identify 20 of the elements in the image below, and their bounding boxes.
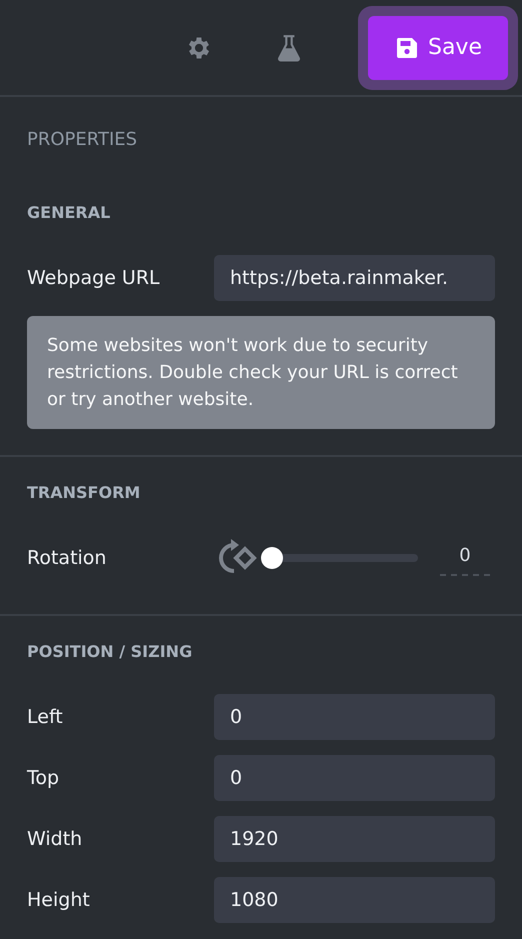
field-label: Top — [27, 766, 60, 788]
section-heading: TRANSFORM — [27, 482, 142, 504]
field-label: Rotation — [27, 546, 108, 568]
slider[interactable] — [261, 546, 418, 568]
slider-thumb[interactable] — [261, 546, 283, 568]
section-heading: POSITION / SIZING — [27, 641, 194, 663]
input-field[interactable]: https://beta.rainmaker. — [214, 254, 495, 300]
field-label: Height — [27, 888, 91, 910]
field-label: Webpage URL — [27, 266, 161, 288]
input-field[interactable]: 0 — [214, 694, 495, 740]
save-button[interactable]: Save — [368, 16, 508, 80]
input-field[interactable]: 1080 — [214, 876, 495, 922]
field-label: Width — [27, 828, 84, 850]
section-heading: GENERAL — [27, 202, 112, 224]
field-label: Left — [27, 706, 64, 728]
input-field[interactable]: 0 — [214, 754, 495, 800]
notice-message: Some websites won't work due to security restrictions. Double check your URL is correct or try another website. — [27, 316, 495, 429]
value-field[interactable]: 0 — [440, 545, 490, 576]
panel-title: PROPERTIES — [26, 128, 138, 152]
input-field[interactable]: 1920 — [214, 816, 495, 862]
